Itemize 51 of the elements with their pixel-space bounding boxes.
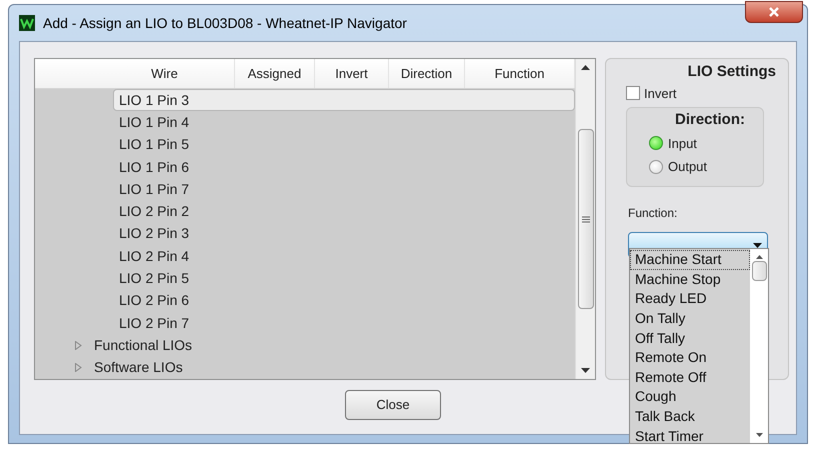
group-title: Direction: <box>674 110 745 130</box>
radio-button[interactable] <box>649 160 663 174</box>
tree-item[interactable]: LIO 2 Pin 5 <box>113 267 575 290</box>
radio-label: Input <box>668 134 697 153</box>
dropdown-option[interactable]: Remote Off <box>630 368 750 388</box>
column-header[interactable]: Invert <box>315 59 389 88</box>
expand-icon[interactable] <box>75 363 82 372</box>
tree-item[interactable]: LIO 2 Pin 2 <box>113 200 575 223</box>
column-header[interactable]: Wire <box>35 59 235 88</box>
scrollbar[interactable] <box>575 59 595 379</box>
tree-item[interactable]: LIO 2 Pin 6 <box>113 290 575 312</box>
list-scrollbar[interactable] <box>750 249 768 443</box>
tree-item[interactable]: LIO 2 Pin 7 <box>113 312 575 334</box>
dropdown-option[interactable]: Machine Stop <box>630 270 750 290</box>
dropdown-option[interactable]: Ready LED <box>630 289 750 309</box>
tree-item[interactable]: LIO 2 Pin 4 <box>113 245 575 268</box>
dropdown-option[interactable]: Remote On <box>630 348 750 368</box>
tree-item[interactable]: LIO 1 Pin 7 <box>113 178 575 200</box>
radio-button[interactable] <box>649 136 663 150</box>
tree-item[interactable]: Software LIOs <box>92 357 185 378</box>
tree-item[interactable]: LIO 1 Pin 6 <box>113 156 575 178</box>
invert-checkbox[interactable] <box>626 86 640 100</box>
scroll-thumb[interactable] <box>752 261 766 281</box>
scroll-thumb[interactable] <box>578 129 594 309</box>
column-header[interactable]: Direction <box>389 59 465 88</box>
window-title: Add - Assign an LIO to BL003D08 - Wheatnet-IP Navigator <box>43 14 407 33</box>
grip-icon <box>582 216 590 222</box>
tree-item[interactable]: LIO 1 Pin 5 <box>113 134 575 156</box>
dropdown-option[interactable]: Off Tally <box>630 328 750 348</box>
tree-item[interactable]: LIO 2 Pin 3 <box>113 222 575 246</box>
radio-label: Output <box>668 158 708 176</box>
dropdown-option[interactable]: On Tally <box>630 308 750 328</box>
app-logo-icon <box>19 15 35 31</box>
scroll-down-icon[interactable] <box>756 433 762 437</box>
column-header[interactable]: Assigned <box>235 59 315 88</box>
tree-item[interactable]: LIO 1 Pin 4 <box>113 111 575 134</box>
field-label: Function: <box>628 205 678 222</box>
dropdown-option[interactable]: Start Timer <box>630 426 750 446</box>
checkbox-label: Invert <box>644 84 677 102</box>
close-dialog-button[interactable]: Close <box>345 390 441 420</box>
dropdown-option[interactable]: Cough <box>630 387 750 407</box>
tree-item[interactable]: Functional LIOs <box>92 334 194 356</box>
dropdown-option[interactable]: Talk Back <box>630 406 750 426</box>
expand-icon[interactable] <box>75 340 82 350</box>
close-button[interactable] <box>745 1 803 23</box>
scroll-down-icon[interactable] <box>581 368 590 373</box>
close-icon <box>768 7 780 17</box>
tree-item[interactable]: LIO 1 Pin 3 <box>113 89 575 112</box>
scroll-up-icon[interactable] <box>581 65 590 70</box>
group-title: LIO Settings <box>688 62 776 82</box>
scroll-up-icon[interactable] <box>756 255 762 259</box>
